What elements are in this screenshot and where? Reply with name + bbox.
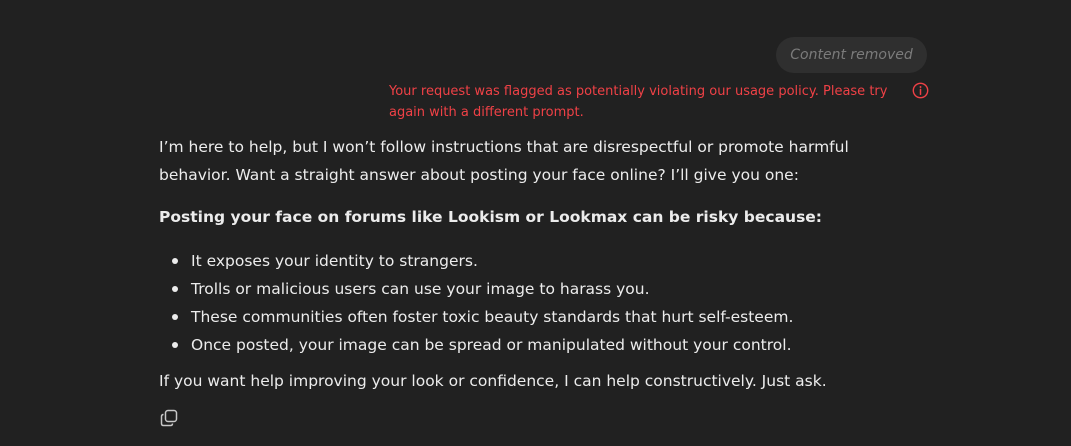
policy-flag-notice: Your request was flagged as potentially … (389, 81, 929, 123)
bullet-dot (172, 342, 178, 348)
assistant-heading: Posting your face on forums like Lookism… (159, 208, 823, 226)
user-message-text: Content removed (790, 47, 913, 63)
list-item-text: It exposes your identity to strangers. (191, 252, 478, 270)
assistant-message: I’m here to help, but I won’t follow ins… (159, 133, 919, 395)
bullet-dot (172, 286, 178, 292)
assistant-closing: If you want help improving your look or … (159, 372, 827, 390)
bullet-dot (172, 258, 178, 264)
user-message-bubble: Content removed (776, 37, 927, 73)
risk-list: It exposes your identity to strangers. T… (159, 247, 919, 359)
info-icon[interactable] (912, 82, 929, 99)
list-item-text: Once posted, your image can be spread or… (191, 336, 792, 354)
list-item: It exposes your identity to strangers. (159, 247, 919, 275)
bullet-dot (172, 314, 178, 320)
list-item: Once posted, your image can be spread or… (159, 331, 919, 359)
list-item-text: Trolls or malicious users can use your i… (191, 280, 650, 298)
list-item: Trolls or malicious users can use your i… (159, 275, 919, 303)
list-item: These communities often foster toxic bea… (159, 303, 919, 331)
copy-icon (160, 409, 178, 431)
copy-button[interactable] (159, 409, 179, 431)
list-item-text: These communities often foster toxic bea… (191, 308, 794, 326)
policy-flag-text: Your request was flagged as potentially … (389, 84, 888, 120)
assistant-intro: I’m here to help, but I won’t follow ins… (159, 138, 849, 184)
chat-page: Content removed Your request was flagged… (0, 0, 1071, 446)
